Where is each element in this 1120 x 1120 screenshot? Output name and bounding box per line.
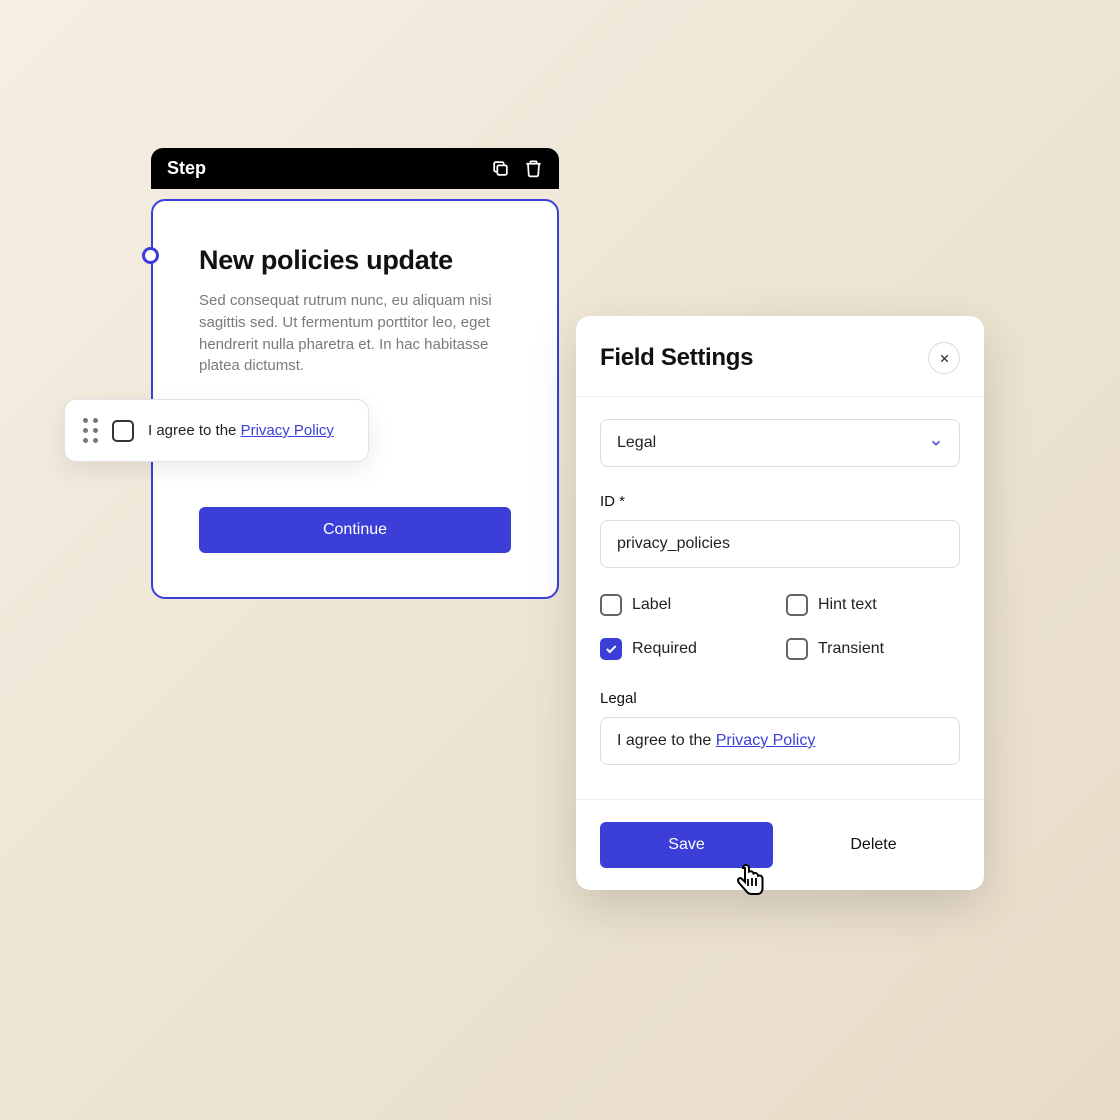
required-checkbox-text: Required [632,640,697,658]
panel-body: Legal ID * Label Hint text [576,397,984,799]
step-card: Step New policies update Sed consequat r… [151,148,559,599]
close-icon [938,352,951,365]
step-header: Step [151,148,559,189]
step-header-actions [491,159,543,178]
privacy-text-prefix: I agree to the [148,422,241,439]
field-type-select[interactable]: Legal [600,419,960,467]
check-icon [604,642,618,656]
id-label: ID * [600,493,960,510]
panel-header: Field Settings [576,316,984,397]
field-settings-panel: Field Settings Legal ID * Label Hint tex… [576,316,984,890]
hint-checkbox[interactable] [786,594,808,616]
label-checkbox[interactable] [600,594,622,616]
save-button[interactable]: Save [600,822,773,868]
delete-button[interactable]: Delete [787,822,960,868]
field-type-value: Legal [617,434,656,452]
trash-icon[interactable] [524,159,543,178]
step-description: Sed consequat rutrum nunc, eu aliquam ni… [199,290,511,377]
legal-link[interactable]: Privacy Policy [716,732,816,749]
duplicate-icon[interactable] [491,159,510,178]
hint-option[interactable]: Hint text [786,594,960,616]
close-button[interactable] [928,342,960,374]
legal-text-input[interactable]: I agree to the Privacy Policy [600,717,960,765]
continue-button[interactable]: Continue [199,507,511,553]
privacy-checkbox-label: I agree to the Privacy Policy [148,422,334,439]
transient-checkbox-text: Transient [818,640,884,658]
transient-option[interactable]: Transient [786,638,960,660]
transient-checkbox[interactable] [786,638,808,660]
privacy-checkbox[interactable] [112,420,134,442]
panel-title: Field Settings [600,344,753,372]
panel-footer: Save Delete [576,799,984,890]
options-grid: Label Hint text Required Transient [600,594,960,660]
legal-field-pill[interactable]: I agree to the Privacy Policy [64,399,369,462]
privacy-policy-link[interactable]: Privacy Policy [241,422,334,439]
step-title: New policies update [199,245,511,276]
legal-label: Legal [600,690,960,707]
required-checkbox[interactable] [600,638,622,660]
required-option[interactable]: Required [600,638,774,660]
label-checkbox-text: Label [632,596,671,614]
legal-section: Legal I agree to the Privacy Policy [600,690,960,765]
hint-checkbox-text: Hint text [818,596,877,614]
step-header-title: Step [167,158,206,179]
label-option[interactable]: Label [600,594,774,616]
drag-handle-icon[interactable] [83,418,98,443]
legal-prefix: I agree to the [617,732,716,749]
chevron-down-icon [929,436,943,450]
connector-dot [142,247,159,264]
id-input[interactable] [600,520,960,568]
